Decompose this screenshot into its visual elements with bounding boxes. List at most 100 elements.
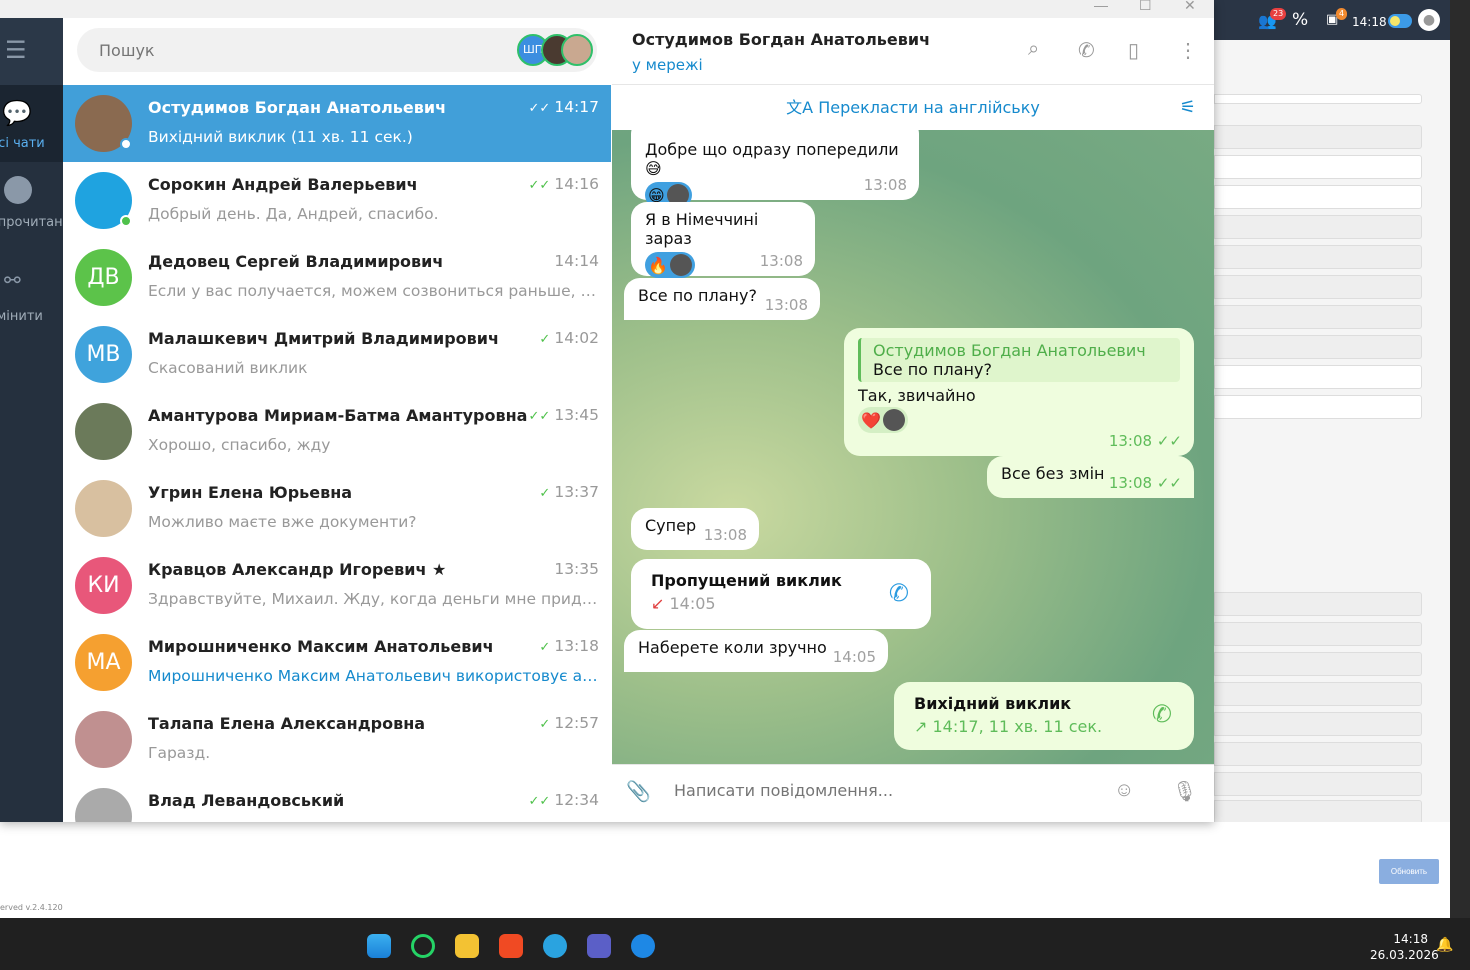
phone-icon[interactable]: ✆ <box>1078 38 1095 63</box>
call-missed[interactable]: Пропущений виклик ↙ 14:05 ✆ <box>631 559 931 629</box>
reply-quote[interactable]: Остудимов Богдан Анатольевич Все по план… <box>858 338 1180 382</box>
reaction[interactable]: ❤️ <box>858 407 908 433</box>
read-check-icon: ✓ <box>539 486 551 501</box>
file-explorer-icon[interactable] <box>455 934 479 958</box>
maximize-button[interactable]: ☐ <box>1139 0 1152 14</box>
chat-list-item[interactable]: Остудимов Богдан Анатольевич Вихідний ви… <box>63 85 611 162</box>
avatar: ДВ <box>75 249 132 306</box>
message-area: Добре що одразу попередили😅 😁 13:08 Я в … <box>612 130 1214 764</box>
form-field[interactable] <box>1214 592 1422 616</box>
message-time: 13:08 ✓✓ <box>1108 474 1182 492</box>
brave-browser-icon[interactable] <box>499 934 523 958</box>
form-field[interactable] <box>1214 682 1422 706</box>
form-field[interactable] <box>1214 335 1422 359</box>
call-time: 14:05 <box>669 594 716 613</box>
windows-start-icon[interactable] <box>367 934 391 958</box>
chat-list-item[interactable]: МВ Малашкевич Дмитрий Владимирович Скасо… <box>63 316 611 393</box>
chat-list-item[interactable]: МА Мирошниченко Максим Анатольевич Мирош… <box>63 624 611 701</box>
chat-list-item[interactable]: Угрин Елена Юрьевна Можливо маєте вже до… <box>63 470 611 547</box>
form-select[interactable] <box>1214 305 1422 329</box>
folder-all-chats[interactable]: 💬 Усі чати <box>0 85 63 162</box>
translate-icon: 文A <box>786 98 819 117</box>
search-icon[interactable]: ⌕ <box>1028 38 1039 61</box>
form-field[interactable] <box>1214 185 1422 209</box>
chat-list-item[interactable]: ДВ Дедовец Сергей Владимирович Если у ва… <box>63 239 611 316</box>
read-check-icon: ✓✓ <box>528 409 551 424</box>
composer: 📎 ☺ 🎙 <box>612 764 1214 822</box>
chat-preview: Хорошо, спасибо, жду <box>148 436 331 454</box>
folder-edit[interactable]: ⚯ Змінити <box>0 258 63 335</box>
message-incoming[interactable]: Все по плану? 13:08 <box>624 278 820 320</box>
taskbar-clock[interactable]: 14:18 26.03.2026 <box>1370 931 1439 963</box>
attach-icon[interactable]: 📎 <box>626 779 651 804</box>
form-field[interactable] <box>1214 800 1422 824</box>
message-text: Я в Німеччині зараз <box>645 210 759 248</box>
message-incoming[interactable]: Супер 13:08 <box>631 508 759 550</box>
call-outgoing[interactable]: Вихідний виклик ↗ 14:17, 11 хв. 11 сек. … <box>894 682 1194 750</box>
emoji-icon[interactable]: ☺ <box>1114 779 1134 802</box>
form-field[interactable] <box>1214 155 1422 179</box>
folder-sidebar: ☰ 💬 Усі чати Непрочитано ⚯ Змінити <box>0 18 71 822</box>
message-incoming[interactable]: Я в Німеччині зараз 🔥 13:08 <box>631 202 815 278</box>
form-field[interactable] <box>1214 395 1422 419</box>
message-outgoing[interactable]: Все без змін 13:08 ✓✓ <box>987 456 1194 498</box>
story-avatar[interactable] <box>561 34 593 66</box>
minimize-button[interactable]: — <box>1094 0 1108 13</box>
call-back-icon[interactable]: ✆ <box>889 579 909 607</box>
call-again-icon[interactable]: ✆ <box>1152 700 1172 728</box>
avatar: МА <box>75 634 132 691</box>
chat-list-item[interactable]: Влад Левандовський ✓✓ 12:34 <box>63 778 611 822</box>
avatar: КИ <box>75 557 132 614</box>
form-select[interactable] <box>1214 365 1422 389</box>
form-field[interactable] <box>1214 94 1422 104</box>
more-icon[interactable]: ⋮ <box>1178 38 1198 63</box>
form-field[interactable] <box>1214 215 1422 239</box>
users-badge: 23 <box>1270 8 1287 20</box>
message-incoming[interactable]: Добре що одразу попередили😅 😁 13:08 <box>631 130 919 208</box>
chat-header: Остудимов Богдан Анатольевич у мережі ⌕ … <box>612 18 1214 85</box>
form-field[interactable] <box>1214 652 1422 676</box>
telegram-icon[interactable] <box>543 934 567 958</box>
form-field[interactable] <box>1214 622 1422 646</box>
chat-preview: Добрый день. Да, Андрей, спасибо. <box>148 205 439 223</box>
message-outgoing[interactable]: Остудимов Богдан Анатольевич Все по план… <box>844 328 1194 456</box>
translate-settings-icon[interactable]: ⚟ <box>1180 86 1196 130</box>
message-text: Так, звичайно <box>858 386 976 405</box>
form-field[interactable] <box>1214 742 1422 766</box>
read-check-icon: ✓✓ <box>1156 432 1182 450</box>
whatsapp-icon[interactable] <box>411 934 435 958</box>
form-field[interactable] <box>1214 712 1422 736</box>
microphone-icon[interactable]: 🎙 <box>1172 779 1197 804</box>
folder-unread[interactable]: Непрочитано <box>0 162 71 252</box>
form-select[interactable] <box>1214 245 1422 269</box>
theme-toggle[interactable] <box>1388 14 1412 28</box>
chat-list-item[interactable]: КИ Кравцов Александр Игоревич ★ Здравств… <box>63 547 611 624</box>
message-incoming[interactable]: Наберете коли зручно 14:05 <box>624 630 888 672</box>
chat-list-item[interactable]: Амантурова Мириам-Батма Амантуровна Хоро… <box>63 393 611 470</box>
close-button[interactable]: ✕ <box>1184 0 1196 14</box>
phone-app-icon[interactable] <box>631 934 655 958</box>
chat-time: 13:35 <box>554 560 599 578</box>
chat-list-item[interactable]: Талапа Елена Александровна Гаразд. ✓ 12:5… <box>63 701 611 778</box>
message-input[interactable] <box>674 781 1094 800</box>
page-scrollbar[interactable] <box>1450 0 1470 918</box>
teams-icon[interactable] <box>587 934 611 958</box>
menu-icon[interactable]: ☰ <box>5 36 27 64</box>
chat-title[interactable]: Остудимов Богдан Анатольевич <box>632 30 930 49</box>
sidebar-toggle-icon[interactable]: ▯ <box>1128 38 1139 63</box>
chat-time: ✓✓ 14:16 <box>528 175 599 193</box>
chat-list-item[interactable]: Сорокин Андрей Валерьевич Добрый день. Д… <box>63 162 611 239</box>
form-field[interactable] <box>1214 772 1422 796</box>
form-select[interactable] <box>1214 275 1422 299</box>
notification-bell-icon[interactable]: 🔔 <box>1436 937 1453 953</box>
profile-avatar[interactable]: ● <box>1418 9 1440 31</box>
reaction[interactable]: 🔥 <box>645 252 695 278</box>
read-check-icon: ✓✓ <box>1156 474 1182 492</box>
chat-name: Талапа Елена Александровна <box>148 714 426 733</box>
percent-icon[interactable]: % <box>1292 10 1308 30</box>
translate-bar[interactable]: 文A Перекласти на англійську ⚟ <box>612 86 1214 130</box>
calendar-badge: 4 <box>1336 8 1348 20</box>
refresh-button[interactable]: Обновить <box>1379 859 1439 884</box>
read-check-icon: ✓ <box>539 332 551 347</box>
form-select[interactable] <box>1214 125 1422 149</box>
